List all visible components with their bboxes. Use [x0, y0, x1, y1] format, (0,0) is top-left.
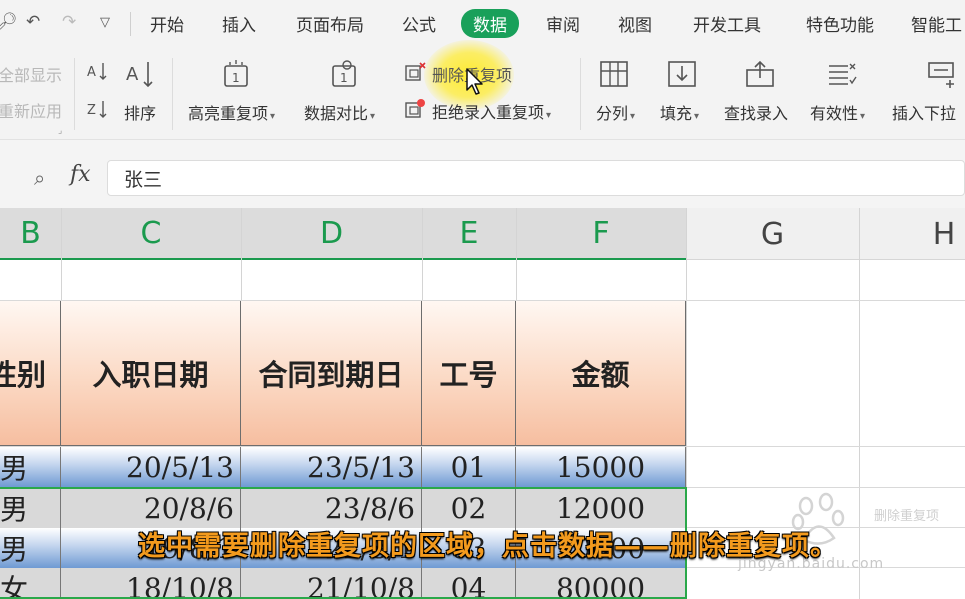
svg-text:1: 1: [232, 71, 240, 85]
table-cell[interactable]: 男: [0, 447, 61, 487]
column-header-g[interactable]: G: [686, 208, 859, 260]
formula-input[interactable]: [107, 160, 965, 196]
reject-duplicates-button[interactable]: 拒绝录入重复项 ▾: [432, 99, 551, 123]
sort-icon[interactable]: A: [124, 58, 156, 90]
sort-button[interactable]: 排序: [124, 100, 156, 124]
validity-button[interactable]: 有效性 ▾: [810, 100, 865, 124]
tab-view[interactable]: 视图: [618, 11, 652, 36]
redo-icon[interactable]: ↷: [62, 12, 76, 32]
svg-text:1: 1: [340, 71, 348, 85]
column-header-e[interactable]: E: [422, 208, 516, 260]
tab-developer[interactable]: 开发工具: [693, 11, 761, 36]
tab-insert[interactable]: 插入: [222, 11, 256, 36]
print-preview-icon[interactable]: 🔎︎: [0, 12, 18, 32]
column-header-h[interactable]: H: [859, 208, 965, 260]
column-header-f[interactable]: F: [516, 208, 686, 260]
table-cell[interactable]: 15000: [516, 447, 686, 487]
insert-dropdown-icon[interactable]: [926, 58, 958, 90]
menu-separator: [130, 12, 131, 36]
table-header-amount[interactable]: 金额: [516, 301, 686, 446]
svg-text:A: A: [87, 65, 96, 80]
lookup-entry-icon[interactable]: [744, 58, 776, 90]
fill-button[interactable]: 填充 ▾: [660, 100, 699, 124]
tab-review[interactable]: 审阅: [546, 11, 580, 36]
zoom-icon[interactable]: ⌕: [34, 166, 45, 190]
data-compare-icon[interactable]: 1: [328, 58, 360, 90]
quick-access-dropdown-icon[interactable]: ▽: [100, 15, 110, 30]
remove-duplicates-tooltip: 删除重复项: [874, 509, 940, 524]
ribbon-separator: [172, 58, 173, 130]
reject-duplicates-icon[interactable]: [404, 98, 426, 120]
show-all-button[interactable]: 全部显示: [0, 62, 62, 86]
dialog-launcher-icon[interactable]: ⌟: [58, 126, 62, 136]
split-column-button[interactable]: 分列 ▾: [596, 100, 635, 124]
ribbon-separator: [580, 58, 581, 130]
column-header-d[interactable]: D: [241, 208, 422, 260]
table-cell[interactable]: 23/5/13: [241, 447, 422, 487]
remove-duplicates-icon[interactable]: [404, 61, 426, 83]
highlight-duplicates-button[interactable]: 高亮重复项 ▾: [188, 100, 275, 124]
validity-icon[interactable]: [826, 58, 858, 90]
formula-value: 张三: [124, 169, 163, 191]
column-header-b[interactable]: B: [0, 208, 61, 260]
table-header-gender[interactable]: 性别: [0, 301, 61, 446]
table-header-contract-end[interactable]: 合同到期日: [241, 301, 422, 446]
tab-formula[interactable]: 公式: [402, 11, 436, 36]
function-icon[interactable]: fx: [70, 162, 91, 187]
svg-text:Z: Z: [87, 103, 96, 118]
table-row: 男 20/5/13 23/5/13 01 15000: [0, 447, 686, 487]
table-cell[interactable]: 20/5/13: [61, 447, 241, 487]
ribbon-separator: [74, 58, 75, 130]
table-header-employee-id[interactable]: 工号: [422, 301, 516, 446]
highlight-duplicates-icon[interactable]: 1: [220, 58, 252, 90]
reapply-button[interactable]: 重新应用: [0, 98, 62, 122]
tutorial-subtitle: 选中需要删除重复项的区域，点击数据——删除重复项。: [138, 531, 838, 562]
mouse-cursor-icon: [466, 68, 483, 95]
tab-page-layout[interactable]: 页面布局: [296, 11, 364, 36]
tab-home[interactable]: 开始: [150, 11, 184, 36]
tab-smart-tools[interactable]: 智能工: [911, 11, 962, 36]
grid-line: [859, 208, 860, 599]
insert-dropdown-button[interactable]: 插入下拉: [892, 100, 956, 124]
svg-text:A: A: [126, 64, 139, 85]
split-column-icon[interactable]: [598, 58, 630, 90]
tab-special-features[interactable]: 特色功能: [806, 11, 874, 36]
lookup-entry-button[interactable]: 查找录入: [724, 100, 788, 124]
sort-ascending-icon[interactable]: A: [86, 60, 108, 82]
sort-descending-icon[interactable]: Z: [86, 98, 108, 120]
undo-icon[interactable]: ↶: [26, 12, 40, 32]
column-header-c[interactable]: C: [61, 208, 241, 260]
tab-data[interactable]: 数据: [461, 9, 519, 38]
table-cell[interactable]: 01: [422, 447, 516, 487]
table-header-hire-date[interactable]: 入职日期: [61, 301, 241, 446]
data-compare-button[interactable]: 数据对比 ▾: [304, 100, 375, 124]
fill-icon[interactable]: [666, 58, 698, 90]
